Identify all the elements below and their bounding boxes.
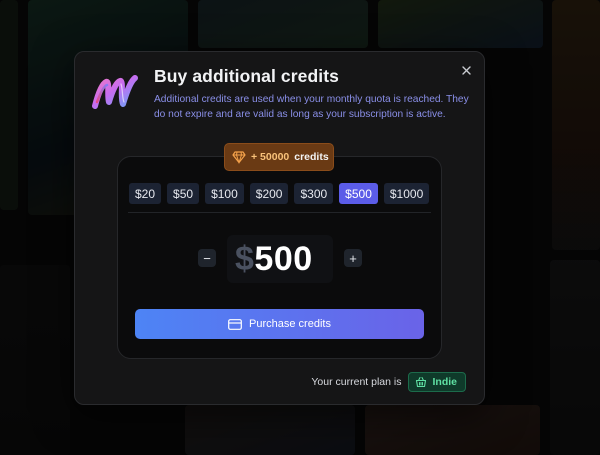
- buy-credits-dialog: Buy additional credits Additional credit…: [74, 51, 485, 405]
- amount-option-1000[interactable]: $1000: [383, 183, 430, 204]
- credits-amount-badge: + 50000 credits: [224, 143, 334, 171]
- amount-option-300[interactable]: $300: [294, 183, 334, 204]
- diamond-icon: [232, 151, 246, 164]
- minus-icon: −: [203, 250, 211, 266]
- credits-selector-card: $20 $50 $100 $200 $300 $500 $1000 − $500 + Pur…: [117, 156, 442, 359]
- dialog-title: Buy additional credits: [154, 66, 340, 86]
- current-plan-row: Your current plan is Indie: [311, 372, 466, 392]
- brand-m-logo: [92, 75, 138, 109]
- increment-button[interactable]: +: [344, 249, 362, 267]
- plan-badge[interactable]: Indie: [408, 372, 466, 392]
- dialog-description: Additional credits are used when your mo…: [154, 94, 469, 120]
- purchase-credits-button[interactable]: Purchase credits: [135, 309, 424, 339]
- credit-card-icon: [228, 318, 242, 330]
- amount-option-500[interactable]: $500: [339, 183, 378, 204]
- amount-option-200[interactable]: $200: [249, 183, 289, 204]
- basket-icon: [416, 377, 427, 388]
- price-display: $500: [235, 237, 313, 281]
- amount-option-50[interactable]: $50: [167, 183, 200, 204]
- purchase-button-label: Purchase credits: [249, 318, 331, 330]
- plan-name: Indie: [432, 376, 457, 388]
- current-plan-text: Your current plan is: [311, 376, 402, 388]
- currency-symbol: $: [235, 240, 255, 278]
- credits-label: credits: [294, 151, 329, 163]
- decrement-button[interactable]: −: [198, 249, 216, 267]
- divider: [128, 212, 431, 213]
- plus-icon: +: [349, 250, 357, 266]
- credits-amount: + 50000: [251, 151, 290, 163]
- amount-option-20[interactable]: $20: [129, 183, 162, 204]
- amount-options: $20 $50 $100 $200 $300 $500 $1000: [129, 183, 430, 204]
- close-icon[interactable]: [457, 61, 475, 79]
- price-value: 500: [254, 240, 313, 278]
- amount-option-100[interactable]: $100: [205, 183, 244, 204]
